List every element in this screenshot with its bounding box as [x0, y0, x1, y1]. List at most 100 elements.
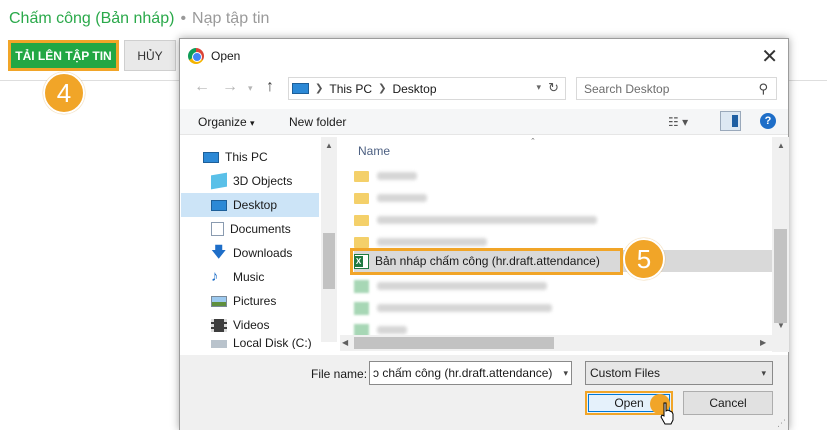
nav-item-videos[interactable]: Videos: [181, 313, 319, 337]
breadcrumb: Chấm công (Bản nháp) • Nạp tập tin: [9, 10, 269, 28]
nav-item-downloads[interactable]: 🡇 Downloads: [181, 241, 319, 265]
folder-icon: [354, 192, 369, 204]
nav-item-label: Desktop: [233, 198, 278, 212]
list-item[interactable]: [354, 297, 772, 319]
organize-menu[interactable]: Organize ▾: [198, 115, 255, 129]
view-options-icon[interactable]: ☷ ▾: [668, 115, 688, 129]
download-icon: 🡇: [211, 244, 227, 261]
list-item[interactable]: [354, 275, 772, 297]
nav-item-documents[interactable]: Documents: [181, 217, 319, 241]
folder-icon: [354, 236, 369, 248]
file-list: Name ⌃ Bản nháp chấm công (hr.draft.atte…: [340, 137, 789, 352]
search-placeholder: Search Desktop: [584, 81, 670, 96]
nav-item-label: Pictures: [233, 294, 277, 308]
scrollbar-thumb[interactable]: [323, 233, 335, 289]
file-name-field[interactable]: ɔ chấm công (hr.draft.attendance) ▾: [369, 361, 572, 385]
navigation-bar: ← → ▾ ↑ ❯ This PC ❯ Desktop ▾ ↻ Search D…: [180, 77, 788, 101]
address-segment-this-pc[interactable]: This PC: [329, 82, 372, 96]
recent-locations-chevron-icon[interactable]: ▾: [248, 83, 253, 94]
disk-icon: [211, 340, 227, 348]
new-folder-button[interactable]: New folder: [289, 115, 346, 129]
nav-item-pictures[interactable]: Pictures: [181, 289, 319, 313]
chevron-down-icon: ▾: [250, 118, 255, 128]
chevron-down-icon: ▾: [761, 368, 766, 378]
resize-grip-icon[interactable]: ⋰: [777, 418, 786, 429]
navigation-pane: This PC 3D Objects Desktop Documents 🡇 Do…: [181, 137, 337, 349]
dialog-titlebar: Open ✕: [180, 39, 788, 73]
breadcrumb-link-draft-attendance[interactable]: Chấm công (Bản nháp): [9, 10, 174, 27]
chevron-right-icon[interactable]: ❯: [315, 83, 323, 94]
nav-item-this-pc[interactable]: This PC: [181, 145, 319, 169]
chrome-icon: [188, 48, 204, 64]
pictures-icon: [211, 295, 227, 307]
scrollbar-thumb[interactable]: [354, 337, 554, 349]
close-icon[interactable]: ✕: [761, 44, 778, 69]
file-type-value: Custom Files: [590, 366, 661, 380]
scroll-right-arrow-icon[interactable]: ▶: [760, 338, 766, 347]
music-icon: ♪: [211, 268, 219, 285]
file-list-horizontal-scrollbar[interactable]: ◀ ▶: [340, 335, 772, 351]
folder-icon: [354, 170, 369, 182]
nav-item-label: Documents: [230, 222, 291, 236]
videos-icon: [211, 318, 227, 332]
search-input[interactable]: Search Desktop ⚲: [576, 77, 777, 100]
chevron-down-icon[interactable]: ▾: [536, 82, 541, 93]
excel-file-icon: [354, 301, 369, 315]
pc-icon: [292, 83, 309, 94]
dialog-title: Open: [211, 49, 241, 63]
help-icon[interactable]: ?: [760, 113, 776, 129]
dialog-cancel-button[interactable]: Cancel: [683, 391, 773, 415]
scroll-up-arrow-icon[interactable]: ▲: [777, 141, 785, 150]
nav-item-desktop[interactable]: Desktop: [181, 193, 319, 217]
up-arrow-icon[interactable]: ↑: [266, 78, 274, 96]
chevron-right-icon[interactable]: ❯: [378, 83, 386, 94]
scrollbar-thumb[interactable]: [774, 229, 787, 323]
sort-arrow-icon: ⌃: [530, 138, 536, 145]
address-segment-desktop[interactable]: Desktop: [392, 82, 436, 96]
nav-item-label: Music: [233, 270, 265, 284]
list-item[interactable]: [354, 165, 772, 187]
folder-icon: [354, 214, 369, 226]
nav-item-label: 3D Objects: [233, 174, 293, 188]
nav-item-3d-objects[interactable]: 3D Objects: [181, 169, 319, 193]
step-badge-4: 4: [43, 72, 85, 114]
step-badge-5: 5: [623, 238, 665, 280]
open-file-dialog: Open ✕ ← → ▾ ↑ ❯ This PC ❯ Desktop ▾ ↻ S…: [179, 38, 789, 430]
file-name-value: ɔ chấm công (hr.draft.attendance): [373, 366, 553, 380]
nav-item-label: This PC: [225, 150, 268, 164]
breadcrumb-current: Nạp tập tin: [192, 10, 270, 27]
highlight-selected-file: [350, 248, 623, 275]
back-arrow-icon[interactable]: ←: [194, 78, 210, 96]
search-icon: ⚲: [758, 81, 768, 96]
cube-icon: [211, 172, 227, 190]
command-bar: Organize ▾ New folder ☷ ▾ ?: [180, 109, 788, 135]
file-name-label: File name:: [311, 367, 368, 381]
documents-icon: [211, 222, 224, 236]
nav-item-local-disk[interactable]: Local Disk (C:): [181, 337, 319, 349]
chevron-down-icon[interactable]: ▾: [563, 368, 568, 379]
hand-cursor-icon: [660, 402, 674, 425]
preview-pane-icon[interactable]: [720, 111, 741, 131]
file-list-vertical-scrollbar[interactable]: ▲ ▼: [772, 137, 789, 352]
nav-pane-scrollbar[interactable]: ▲: [321, 137, 337, 342]
column-header-name[interactable]: Name: [358, 144, 390, 158]
scroll-up-arrow-icon[interactable]: ▲: [325, 141, 333, 150]
list-item[interactable]: [354, 187, 772, 209]
file-type-select[interactable]: Custom Files ▾: [585, 361, 773, 385]
nav-item-music[interactable]: ♪ Music: [181, 265, 319, 289]
address-bar[interactable]: ❯ This PC ❯ Desktop ▾ ↻: [288, 77, 566, 100]
upload-file-button[interactable]: TẢI LÊN TẬP TIN: [8, 40, 119, 71]
scroll-left-arrow-icon[interactable]: ◀: [342, 338, 348, 347]
dialog-footer: File name: ɔ chấm công (hr.draft.attenda…: [180, 355, 788, 430]
desktop-icon: [211, 199, 227, 211]
scroll-down-arrow-icon[interactable]: ▼: [777, 321, 785, 330]
organize-label: Organize: [198, 115, 247, 129]
list-item[interactable]: [354, 209, 772, 231]
breadcrumb-separator: •: [180, 10, 187, 27]
nav-item-label: Downloads: [233, 246, 293, 260]
forward-arrow-icon[interactable]: →: [222, 78, 238, 96]
refresh-icon[interactable]: ↻: [548, 80, 559, 96]
nav-item-label: Local Disk (C:): [233, 337, 312, 349]
cancel-button[interactable]: HỦY: [124, 40, 176, 71]
nav-item-label: Videos: [233, 318, 270, 332]
